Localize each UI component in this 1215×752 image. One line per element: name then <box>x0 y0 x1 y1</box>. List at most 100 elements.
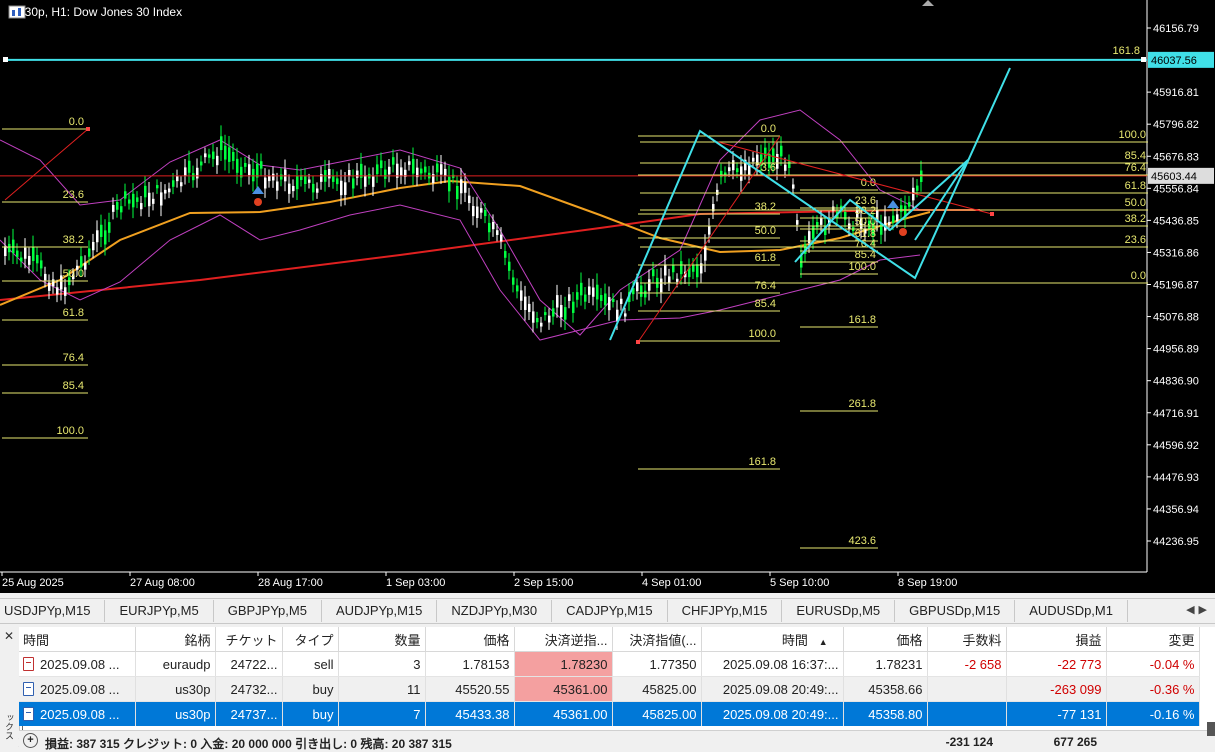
candle-body <box>220 136 223 151</box>
chart-tab[interactable]: GBPJPYp,M5 <box>214 600 322 622</box>
chart-tab[interactable]: AUDUSDp,M1 <box>1015 600 1128 622</box>
candle-body <box>316 188 319 193</box>
candle-body <box>500 234 503 242</box>
candle-body <box>16 250 19 257</box>
candle-body <box>28 255 31 265</box>
account-summary-row: + 損益: 387 315 クレジット: 0 入金: 20 000 000 引き… <box>19 730 1215 752</box>
column-header[interactable]: 決済逆指... <box>514 627 613 652</box>
candle-body <box>464 182 467 193</box>
candle-body <box>336 178 339 185</box>
cell-stop-loss[interactable]: 1.78230 <box>514 651 613 677</box>
cell-stop-loss[interactable]: 45361.00 <box>514 701 613 726</box>
column-header[interactable]: 手数料 <box>927 627 1007 652</box>
candle-body <box>108 222 111 233</box>
candle-body <box>472 206 475 217</box>
column-header[interactable]: 決済指値(... <box>612 627 702 652</box>
candle-body <box>328 169 331 179</box>
candle-body <box>572 301 575 313</box>
chart-type-icon[interactable] <box>8 5 26 19</box>
candle-body <box>884 216 887 231</box>
fib-left-label: 0.0 <box>69 116 84 128</box>
cell-time: 2025.09.08 ... <box>40 706 120 722</box>
candle-body <box>8 243 11 253</box>
column-header[interactable]: チケット <box>215 627 283 652</box>
chart-tab[interactable]: AUDJPYp,M15 <box>322 600 438 622</box>
candle-body <box>460 179 463 194</box>
cell-take-profit[interactable]: 45825.00 <box>612 701 702 726</box>
price-tick-label: 44596.92 <box>1153 440 1199 452</box>
candle-body <box>180 182 183 187</box>
candle-body <box>228 147 231 162</box>
candle-body <box>200 161 203 166</box>
candle-body <box>692 265 695 272</box>
chart-tab[interactable]: CADJPYp,M15 <box>552 600 668 622</box>
trade-table: 時間 銘柄 チケット タイプ 数量 価格 決済逆指... 決済指値(... 時間… <box>19 627 1200 726</box>
chart-tab[interactable]: EURUSDp,M5 <box>782 600 896 622</box>
time-tick-label: 2 Sep 15:00 <box>514 577 573 589</box>
column-header[interactable]: 数量 <box>338 627 426 652</box>
candle-body <box>652 269 655 277</box>
price-chart[interactable]: 46156.79 45916.81 45796.82 45676.83 45556.84… <box>0 0 1215 593</box>
candle-body <box>492 221 495 230</box>
candle-body <box>268 176 271 182</box>
chart-tab[interactable]: EURJPYp,M5 <box>105 600 214 622</box>
candle-body <box>912 187 915 201</box>
candle-body <box>440 164 443 175</box>
candle-body <box>560 305 563 318</box>
candle-body <box>468 195 471 204</box>
price-tick-label: 44236.95 <box>1153 536 1199 548</box>
candle-body <box>204 153 207 158</box>
candle-body <box>436 163 439 173</box>
candle-body <box>100 224 103 237</box>
candle-body <box>740 166 743 181</box>
table-row[interactable]: 2025.09.08 ... us30p 24732... buy 11 455… <box>19 676 1200 702</box>
candle-body <box>568 294 571 301</box>
price-tick-label: 44476.93 <box>1153 472 1199 484</box>
candle-body <box>820 218 823 225</box>
price-tick-label: 44956.89 <box>1153 344 1199 356</box>
cell-time: 2025.09.08 ... <box>40 656 120 672</box>
candle-body <box>120 206 123 213</box>
candle-body <box>96 230 99 243</box>
chart-tab[interactable]: USDJPYp,M15 <box>0 600 106 622</box>
candle-body <box>480 208 483 213</box>
cell-stop-loss[interactable]: 45361.00 <box>514 676 613 702</box>
candle-body <box>664 264 667 276</box>
chart-tab[interactable]: NZDJPYp,M30 <box>437 600 553 622</box>
candle-body <box>36 255 39 264</box>
chart-tab[interactable]: GBPUSDp,M15 <box>895 600 1016 622</box>
table-row-selected[interactable]: 2025.09.08 ... us30p 24737... buy 7 4543… <box>19 701 1200 726</box>
column-header[interactable]: 時間 <box>19 627 136 652</box>
close-icon[interactable]: ✕ <box>4 629 14 643</box>
cell-take-profit[interactable]: 45825.00 <box>612 676 702 702</box>
scrollbar-thumb[interactable] <box>1207 722 1215 736</box>
fib-mid-label: 61.8 <box>755 252 776 264</box>
candle-body <box>484 209 487 217</box>
table-row[interactable]: 2025.09.08 ... euraudp 24722... sell 3 1… <box>19 651 1200 677</box>
column-header[interactable]: 価格 <box>425 627 515 652</box>
column-header[interactable]: 銘柄 <box>135 627 216 652</box>
candle-body <box>812 226 815 239</box>
candle-body <box>516 285 519 292</box>
price-tick-label: 44716.91 <box>1153 408 1199 420</box>
column-header[interactable]: 損益 <box>1006 627 1107 652</box>
column-header[interactable]: タイプ <box>282 627 339 652</box>
candle-body <box>64 287 67 296</box>
toolbox-sidebar: ✕ ツールボックス <box>0 627 26 751</box>
candle-body <box>116 202 119 210</box>
candle-body <box>384 169 387 179</box>
candle-body <box>112 204 115 212</box>
cell-take-profit[interactable]: 1.77350 <box>612 651 702 677</box>
column-header[interactable]: 変更 <box>1106 627 1200 652</box>
chart-canvas[interactable]: 46156.79 45916.81 45796.82 45676.83 45556.84… <box>0 0 1215 593</box>
candle-body <box>92 241 95 251</box>
column-header[interactable]: 時間 ▲ <box>701 627 844 652</box>
candle-body <box>312 183 315 193</box>
candle-body <box>236 158 239 173</box>
candle-body <box>20 257 23 262</box>
expand-icon[interactable]: + <box>23 733 38 748</box>
fib-right-label: 23.6 <box>1125 234 1146 246</box>
tab-scroll-arrows-icon[interactable]: ◀▶ <box>1186 603 1211 616</box>
chart-tab[interactable]: CHFJPYp,M15 <box>668 600 783 622</box>
column-header[interactable]: 価格 <box>843 627 928 652</box>
